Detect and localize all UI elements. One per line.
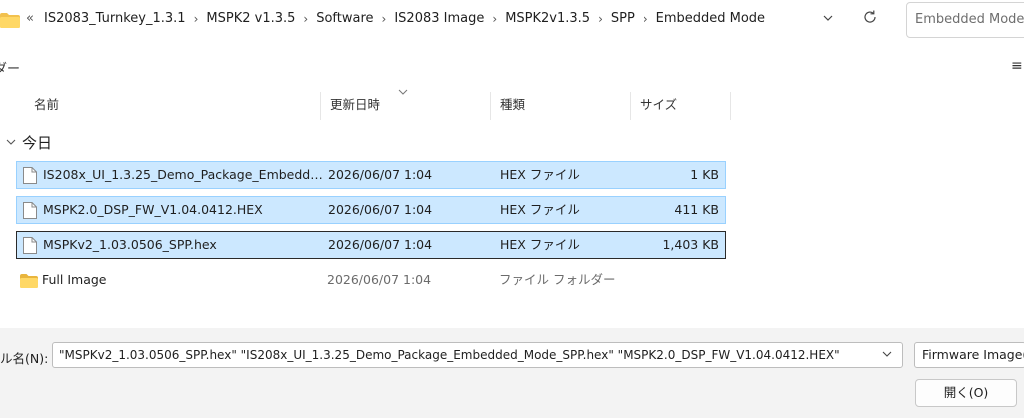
file-type: HEX ファイル bbox=[500, 202, 580, 217]
group-header-today[interactable]: 今日 bbox=[6, 132, 52, 153]
breadcrumb-item[interactable]: MSPK2v1.3.5 bbox=[505, 11, 590, 26]
file-name: MSPK2.0_DSP_FW_V1.04.0412.HEX bbox=[43, 202, 263, 217]
column-header-date[interactable]: 更新日時 bbox=[320, 92, 490, 120]
file-type: HEX ファイル bbox=[500, 237, 580, 252]
open-button[interactable]: 開く(O) bbox=[915, 379, 1017, 407]
toolbar: ダー ≡ bbox=[0, 56, 1024, 82]
column-header-type[interactable]: 種類 bbox=[490, 92, 630, 120]
overflow-chevron-icon[interactable]: « bbox=[26, 11, 34, 26]
file-icon bbox=[23, 237, 37, 254]
file-name: IS208x_UI_1.3.25_Demo_Package_Embedded_M… bbox=[43, 167, 325, 182]
filename-label: ル名(N): bbox=[0, 351, 49, 366]
file-row[interactable]: MSPKv2_1.03.0506_SPP.hex 2026/06/07 1:04… bbox=[16, 231, 726, 259]
refresh-icon[interactable] bbox=[862, 9, 878, 25]
file-size: 1,403 KB bbox=[662, 237, 719, 252]
breadcrumb-separator-icon[interactable]: › bbox=[598, 12, 603, 26]
folder-name: Full Image bbox=[42, 272, 107, 287]
folder-type: ファイル フォルダー bbox=[499, 272, 616, 287]
address-bar[interactable]: « IS2083_Turnkey_1.3.1 › MSPK2 v1.3.5 › … bbox=[0, 0, 1024, 44]
breadcrumb: IS2083_Turnkey_1.3.1 › MSPK2 v1.3.5 › So… bbox=[44, 11, 765, 26]
search-box[interactable] bbox=[906, 2, 1024, 38]
chevron-down-icon[interactable] bbox=[6, 136, 16, 149]
file-row[interactable]: MSPK2.0_DSP_FW_V1.04.0412.HEX 2026/06/07… bbox=[16, 196, 726, 224]
breadcrumb-separator-icon[interactable]: › bbox=[492, 12, 497, 26]
bottom-panel: ル名(N): Firmware Image( 開く(O) bbox=[0, 328, 1024, 418]
file-date: 2026/06/07 1:04 bbox=[328, 237, 433, 252]
breadcrumb-separator-icon[interactable]: › bbox=[194, 12, 199, 26]
file-date: 2026/06/07 1:04 bbox=[328, 202, 433, 217]
file-row[interactable]: IS208x_UI_1.3.25_Demo_Package_Embedded_M… bbox=[16, 161, 726, 189]
search-input[interactable] bbox=[907, 3, 1024, 36]
folder-date: 2026/06/07 1:04 bbox=[327, 272, 432, 287]
breadcrumb-separator-icon[interactable]: › bbox=[382, 12, 387, 26]
breadcrumb-item[interactable]: Software bbox=[316, 11, 373, 26]
folder-row[interactable]: Full Image 2026/06/07 1:04 ファイル フォルダー bbox=[16, 267, 726, 295]
breadcrumb-item[interactable]: SPP bbox=[611, 11, 635, 26]
column-header-size[interactable]: サイズ bbox=[630, 92, 730, 120]
chevron-down-icon[interactable] bbox=[822, 12, 834, 24]
file-size: 411 KB bbox=[674, 202, 719, 217]
chevron-down-icon[interactable] bbox=[881, 348, 893, 360]
folder-icon bbox=[0, 13, 20, 28]
breadcrumb-item-current[interactable]: Embedded Mode bbox=[656, 11, 765, 26]
column-header-row: 名前 更新日時 種類 サイズ bbox=[0, 92, 1024, 120]
file-date: 2026/06/07 1:04 bbox=[328, 167, 433, 182]
file-size: 1 KB bbox=[690, 167, 719, 182]
breadcrumb-item[interactable]: IS2083_Turnkey_1.3.1 bbox=[44, 11, 186, 26]
breadcrumb-item[interactable]: MSPK2 v1.3.5 bbox=[206, 11, 295, 26]
group-label: 今日 bbox=[22, 134, 53, 152]
filename-input[interactable] bbox=[53, 343, 873, 367]
column-header-name[interactable]: 名前 bbox=[24, 92, 320, 120]
file-type: HEX ファイル bbox=[500, 167, 580, 182]
folder-icon bbox=[20, 274, 38, 288]
file-type-filter[interactable]: Firmware Image( bbox=[914, 342, 1024, 368]
filename-combobox[interactable] bbox=[52, 342, 903, 368]
file-name: MSPKv2_1.03.0506_SPP.hex bbox=[43, 237, 217, 252]
breadcrumb-separator-icon[interactable]: › bbox=[643, 12, 648, 26]
view-menu-icon[interactable]: ≡ bbox=[1011, 58, 1023, 74]
organize-button[interactable]: ダー bbox=[0, 58, 20, 77]
breadcrumb-item[interactable]: IS2083 Image bbox=[394, 11, 484, 26]
file-icon bbox=[23, 167, 37, 184]
column-divider[interactable] bbox=[730, 92, 731, 120]
breadcrumb-separator-icon[interactable]: › bbox=[303, 12, 308, 26]
file-icon bbox=[23, 202, 37, 219]
